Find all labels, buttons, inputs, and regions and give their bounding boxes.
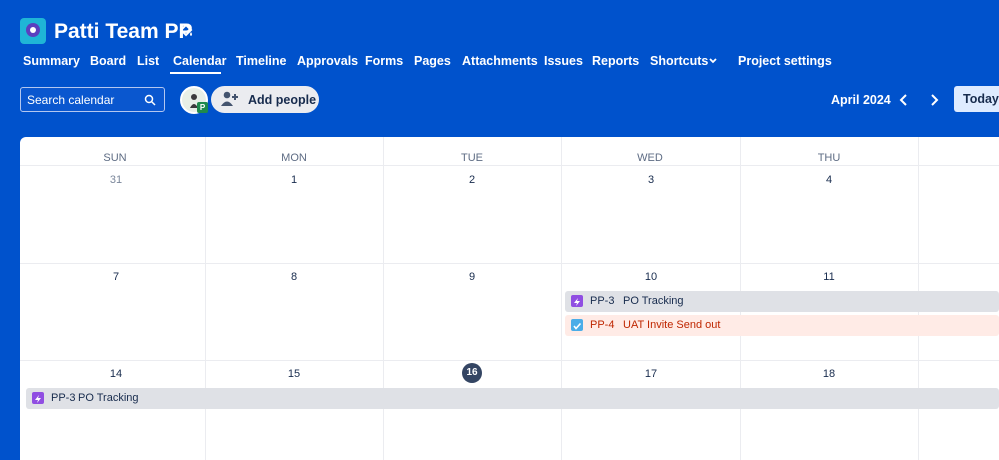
day-cell[interactable]: 8 bbox=[274, 271, 314, 283]
event-title: UAT Invite Send out bbox=[623, 319, 721, 331]
day-cell[interactable]: 14 bbox=[96, 368, 136, 380]
tab-board[interactable]: Board bbox=[90, 53, 126, 69]
weekday-wed: WED bbox=[637, 152, 663, 164]
active-tab-indicator bbox=[170, 72, 221, 74]
weekday-tue: TUE bbox=[461, 152, 483, 164]
add-people-button[interactable]: Add people bbox=[211, 86, 319, 113]
tab-list[interactable]: List bbox=[137, 53, 159, 69]
today-button[interactable]: Today bbox=[954, 86, 999, 112]
task-checkbox-icon bbox=[571, 319, 583, 331]
day-cell[interactable]: 4 bbox=[809, 174, 849, 186]
day-cell[interactable]: 17 bbox=[631, 368, 671, 380]
chevron-down-icon[interactable] bbox=[708, 56, 718, 66]
event-title: PO Tracking bbox=[78, 392, 139, 404]
epic-icon bbox=[32, 392, 44, 404]
search-calendar-input[interactable]: Search calendar bbox=[20, 87, 165, 112]
event-key: PP-3 bbox=[590, 295, 615, 307]
avatar-badge: P bbox=[197, 102, 208, 113]
weekday-mon: MON bbox=[281, 152, 307, 164]
event-bar[interactable]: PP-3 PO Tracking bbox=[565, 291, 999, 312]
project-header: Patti Team PP Summary Board List Calenda… bbox=[0, 0, 999, 137]
tab-forms[interactable]: Forms bbox=[365, 53, 403, 69]
search-icon bbox=[144, 94, 156, 106]
tab-attachments[interactable]: Attachments bbox=[462, 53, 538, 69]
event-title: PO Tracking bbox=[623, 295, 684, 307]
tab-project-settings[interactable]: Project settings bbox=[738, 53, 832, 69]
add-person-icon bbox=[221, 91, 238, 106]
tab-timeline[interactable]: Timeline bbox=[236, 53, 286, 69]
day-cell[interactable]: 10 bbox=[631, 271, 671, 283]
calendar-grid: SUN MON TUE WED THU 31 1 2 3 4 7 8 9 10 … bbox=[20, 137, 999, 460]
search-placeholder: Search calendar bbox=[27, 93, 115, 107]
day-cell[interactable]: 7 bbox=[96, 271, 136, 283]
weekday-sun: SUN bbox=[103, 152, 127, 164]
add-people-label: Add people bbox=[248, 93, 317, 107]
day-cell[interactable]: 31 bbox=[96, 174, 136, 186]
day-cell[interactable]: 11 bbox=[809, 271, 849, 283]
row-divider bbox=[20, 360, 999, 361]
project-nav: Summary Board List Calendar Timeline App… bbox=[0, 53, 999, 77]
chevron-right-icon[interactable] bbox=[927, 92, 941, 108]
day-cell[interactable]: 15 bbox=[274, 368, 314, 380]
weekday-thu: THU bbox=[817, 152, 841, 164]
tab-summary[interactable]: Summary bbox=[23, 53, 80, 69]
event-bar[interactable]: PP-3 PO Tracking bbox=[26, 388, 999, 409]
column-divider bbox=[383, 137, 384, 460]
chevron-left-icon[interactable] bbox=[897, 92, 911, 108]
day-cell[interactable]: 3 bbox=[631, 174, 671, 186]
project-avatar-icon[interactable] bbox=[20, 18, 46, 44]
column-divider bbox=[205, 137, 206, 460]
event-key: PP-3 bbox=[51, 392, 76, 404]
event-bar[interactable]: PP-4 UAT Invite Send out bbox=[565, 315, 999, 336]
project-title[interactable]: Patti Team PP bbox=[54, 18, 193, 46]
today-label: Today bbox=[963, 92, 999, 106]
current-month: April 2024 bbox=[831, 93, 891, 107]
tab-calendar[interactable]: Calendar bbox=[173, 53, 227, 69]
tab-pages[interactable]: Pages bbox=[414, 53, 451, 69]
row-divider bbox=[20, 165, 999, 166]
tab-issues[interactable]: Issues bbox=[544, 53, 583, 69]
tab-shortcuts[interactable]: Shortcuts bbox=[650, 53, 708, 69]
day-cell[interactable]: 9 bbox=[452, 271, 492, 283]
day-cell[interactable]: 2 bbox=[452, 174, 492, 186]
day-cell[interactable]: 18 bbox=[809, 368, 849, 380]
paint-bucket-icon[interactable] bbox=[178, 23, 194, 41]
epic-icon bbox=[571, 295, 583, 307]
tab-approvals[interactable]: Approvals bbox=[297, 53, 358, 69]
day-cell[interactable]: 1 bbox=[274, 174, 314, 186]
column-divider bbox=[561, 137, 562, 460]
row-divider bbox=[20, 263, 999, 264]
event-key: PP-4 bbox=[590, 319, 615, 331]
tab-reports[interactable]: Reports bbox=[592, 53, 639, 69]
today-marker[interactable]: 16 bbox=[462, 363, 482, 383]
